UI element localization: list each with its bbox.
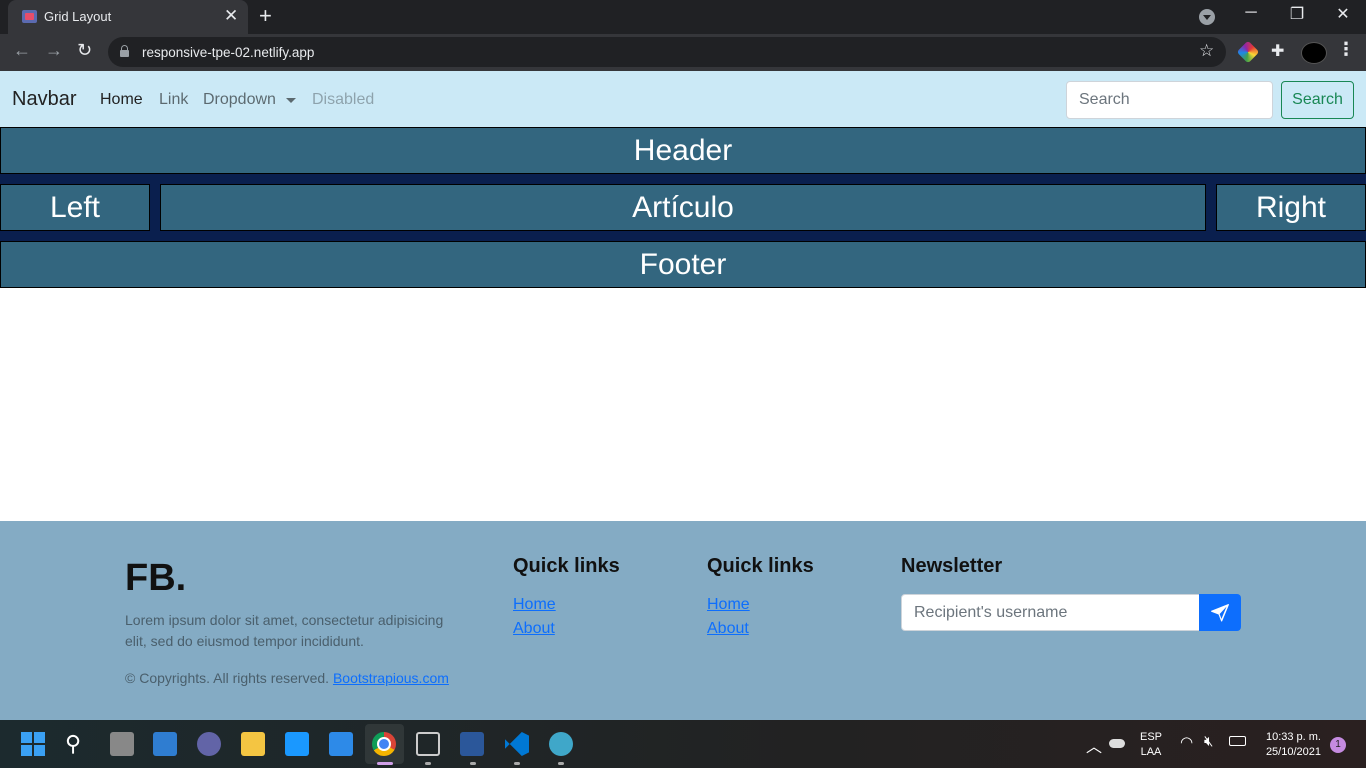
- taskbar-search-icon[interactable]: ⚲: [65, 731, 89, 756]
- tab-search-icon[interactable]: [1199, 9, 1215, 25]
- prime-video-icon[interactable]: [285, 732, 309, 756]
- forward-arrow-icon[interactable]: →: [45, 40, 63, 61]
- url-text[interactable]: responsive-tpe-02.netlify.app: [142, 45, 314, 60]
- newsletter-heading: Newsletter: [901, 555, 1003, 577]
- nav-link-link[interactable]: Link: [159, 91, 188, 109]
- file-explorer-icon[interactable]: [241, 732, 265, 756]
- close-window-button[interactable]: ✕: [1328, 4, 1358, 24]
- nav-link-disabled: Disabled: [312, 91, 375, 108]
- tab-close-button[interactable]: ✕: [224, 6, 238, 26]
- tab-title: Grid Layout: [44, 9, 112, 24]
- site-footer: FB. Lorem ipsum dolor sit amet, consecte…: [0, 521, 1366, 720]
- mail-icon[interactable]: [329, 732, 353, 756]
- speaker-muted-icon[interactable]: 🔇︎: [1204, 733, 1213, 750]
- footer-description: Lorem ipsum dolor sit amet, consectetur …: [125, 612, 444, 649]
- quick-links-heading: Quick links: [707, 555, 814, 577]
- language-indicator[interactable]: ESP LAA: [1138, 730, 1164, 760]
- running-indicator: [558, 762, 564, 765]
- grid-right: Right: [1216, 184, 1366, 231]
- reload-icon[interactable]: ↻: [77, 40, 92, 61]
- address-bar[interactable]: responsive-tpe-02.netlify.app ☆: [108, 37, 1226, 67]
- grid-left: Left: [0, 184, 150, 231]
- app-globe-icon[interactable]: [549, 732, 573, 756]
- profile-avatar[interactable]: [1301, 42, 1327, 64]
- running-indicator: [425, 762, 431, 765]
- footer-brand: FB.: [125, 557, 187, 599]
- running-indicator: [470, 762, 476, 765]
- search-input[interactable]: [1066, 81, 1273, 119]
- footer-link-about[interactable]: About: [513, 620, 555, 638]
- footer-link-about[interactable]: About: [707, 620, 749, 638]
- widgets-icon[interactable]: [153, 732, 177, 756]
- bookmark-star-icon[interactable]: ☆: [1199, 41, 1214, 61]
- browser-toolbar: ← → ↻ responsive-tpe-02.netlify.app ☆ ✚ …: [0, 34, 1366, 71]
- copyright-text: © Copyrights. All rights reserved.: [125, 670, 333, 686]
- minimize-button[interactable]: ─: [1236, 4, 1266, 22]
- restore-button[interactable]: ❐: [1282, 4, 1312, 24]
- copyright-link[interactable]: Bootstrapious.com: [333, 670, 449, 686]
- send-icon: [1211, 604, 1229, 622]
- chrome-icon[interactable]: [372, 732, 396, 756]
- clock-date: 25/10/2021: [1265, 746, 1321, 758]
- page-viewport: Navbar Home Link Dropdown Disabled Searc…: [0, 71, 1366, 720]
- footer-link-home[interactable]: Home: [707, 596, 750, 614]
- app-icon[interactable]: [416, 732, 440, 756]
- tab-favicon-icon: [22, 10, 37, 23]
- nav-link-home[interactable]: Home: [100, 91, 143, 109]
- footer-link-home[interactable]: Home: [513, 596, 556, 614]
- browser-tab[interactable]: Grid Layout ✕: [8, 0, 248, 34]
- clock-time: 10:33 p. m.: [1265, 731, 1321, 743]
- lang-line-1: ESP: [1139, 731, 1162, 743]
- teams-chat-icon[interactable]: [197, 732, 221, 756]
- newsletter-send-button[interactable]: [1199, 594, 1241, 631]
- grid-layout: Header Left Artículo Right Footer: [0, 127, 1366, 288]
- lock-icon[interactable]: [120, 45, 129, 57]
- running-indicator: [514, 762, 520, 765]
- clock[interactable]: 10:33 p. m. 25/10/2021: [1259, 730, 1321, 760]
- wifi-icon[interactable]: ◠: [1180, 733, 1193, 751]
- back-arrow-icon[interactable]: ←: [13, 40, 31, 61]
- running-indicator: [377, 762, 393, 765]
- grid-header: Header: [0, 127, 1366, 174]
- onedrive-cloud-icon[interactable]: [1109, 739, 1125, 748]
- color-extension-icon[interactable]: [1236, 40, 1260, 64]
- browser-tab-strip: Grid Layout ✕ + ─ ❐ ✕: [0, 0, 1366, 34]
- new-tab-button[interactable]: +: [259, 3, 272, 29]
- footer-copyright: © Copyrights. All rights reserved. Boots…: [125, 670, 449, 686]
- navbar-brand[interactable]: Navbar: [12, 88, 76, 111]
- nav-dropdown[interactable]: Dropdown: [203, 91, 276, 109]
- browser-menu-icon[interactable]: ⋮: [1337, 39, 1355, 60]
- navbar: Navbar Home Link Dropdown Disabled Searc…: [0, 71, 1366, 127]
- quick-links-heading: Quick links: [513, 555, 620, 577]
- tray-chevron-up-icon[interactable]: ︿: [1086, 733, 1102, 757]
- grid-footer: Footer: [0, 241, 1366, 288]
- caret-down-icon[interactable]: [286, 98, 296, 103]
- search-button[interactable]: Search: [1281, 81, 1354, 119]
- extensions-puzzle-icon[interactable]: ✚: [1271, 41, 1284, 61]
- grid-article: Artículo: [160, 184, 1206, 231]
- vscode-icon[interactable]: [505, 732, 529, 756]
- word-icon[interactable]: [460, 732, 484, 756]
- lang-line-2: LAA: [1140, 746, 1162, 758]
- windows-start-icon[interactable]: [21, 732, 45, 756]
- task-view-icon[interactable]: [110, 732, 134, 756]
- windows-taskbar: ⚲ ︿ ESP LAA ◠ 🔇︎ 10:33 p. m. 25/10/2021 …: [0, 720, 1366, 768]
- newsletter-email-input[interactable]: [901, 594, 1200, 631]
- notification-badge[interactable]: 1: [1330, 737, 1346, 753]
- battery-icon[interactable]: [1229, 736, 1246, 746]
